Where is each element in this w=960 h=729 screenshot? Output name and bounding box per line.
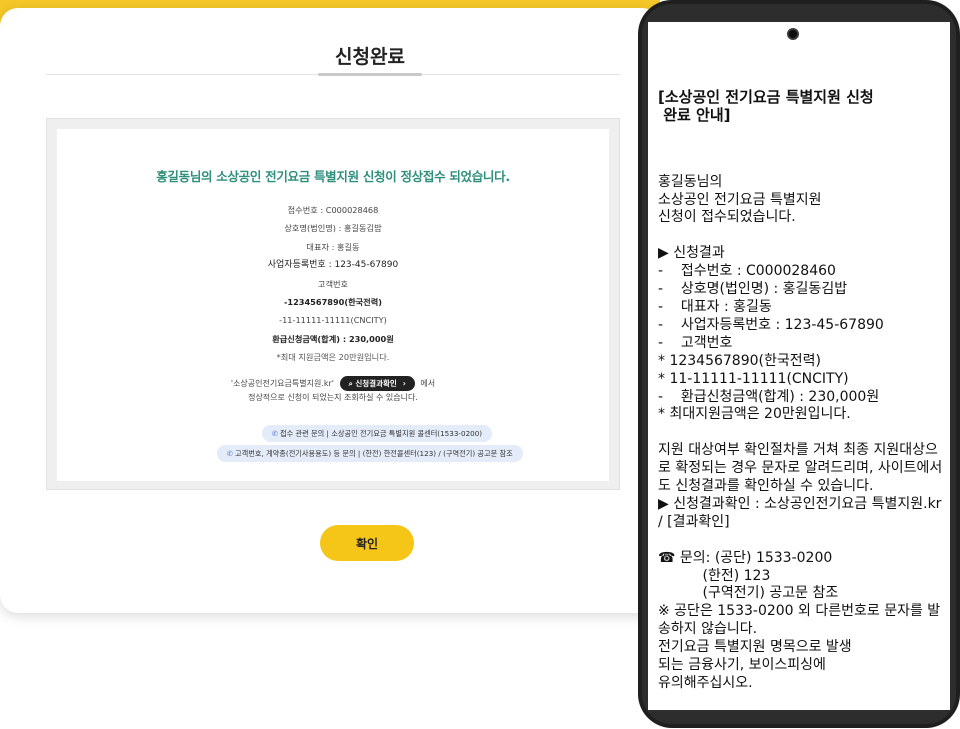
contact-text: 고객번호, 계약종(전기사용용도) 등 문의 | (한전) 한전콜센터(123)… bbox=[235, 449, 513, 458]
application-info: 접수번호 : C000028468 상호명(법인명) : 홍길동김밥 대표자 :… bbox=[57, 201, 609, 367]
phone-icon: ✆ bbox=[227, 449, 234, 458]
title-underline bbox=[318, 73, 422, 76]
contact-text: 접수 관련 문의 | 소상공인 전기요금 특별지원 콜센터(1533-0200) bbox=[280, 429, 483, 438]
customer-number-cncity: -11-11111-11111(CNCITY) bbox=[279, 315, 387, 326]
result-box: 홍길동님의 소상공인 전기요금 특별지원 신청이 정상접수 되었습니다. 접수번… bbox=[46, 118, 620, 490]
completion-card: 신청완료 홍길동님의 소상공인 전기요금 특별지원 신청이 정상접수 되었습니다… bbox=[0, 8, 660, 613]
confirm-button[interactable]: 확인 bbox=[320, 525, 414, 561]
contact-pill-callcenter: ✆ 접수 관련 문의 | 소상공인 전기요금 특별지원 콜센터(1533-0200… bbox=[262, 425, 493, 442]
page-title: 신청완료 bbox=[335, 46, 405, 68]
representative: 대표자 : 홍길동 bbox=[306, 241, 360, 252]
business-name: 상호명(법인명) : 홍길동김밥 bbox=[284, 223, 382, 234]
receipt-number: 접수번호 : C000028468 bbox=[287, 205, 379, 215]
site-suffix: 에서 bbox=[420, 379, 436, 388]
refund-amount: 환급신청금액(합계) : 230,000원 bbox=[272, 333, 394, 344]
customer-number-kepco: -1234567890(한국전력) bbox=[284, 297, 382, 308]
camera-icon bbox=[787, 28, 799, 40]
site-name: '소상공인전기요금특별지원.kr' bbox=[230, 379, 335, 388]
max-support-note: *최대 지원금액은 20만원입니다. bbox=[276, 352, 390, 363]
contact-pill-kepco: ✆ 고객번호, 계약종(전기사용용도) 등 문의 | (한전) 한전콜센터(123… bbox=[217, 445, 523, 462]
customer-number-label: 고객번호 bbox=[317, 278, 349, 289]
phone-icon: ✆ bbox=[272, 429, 279, 438]
check-result-label: 신청결과확인 bbox=[355, 379, 397, 388]
site-check-line: '소상공인전기요금특별지원.kr' ⌕ 신청결과확인 › 에서 bbox=[57, 376, 609, 392]
chevron-right-icon: › bbox=[402, 379, 406, 388]
check-result-button[interactable]: ⌕ 신청결과확인 › bbox=[339, 376, 415, 391]
phone-mockup: [소상공인 전기요금 특별지원 신청 완료 안내] 홍길동님의 소상공인 전기요… bbox=[638, 0, 960, 728]
success-headline: 홍길동님의 소상공인 전기요금 특별지원 신청이 정상접수 되었습니다. bbox=[156, 169, 510, 184]
sms-message: [소상공인 전기요금 특별지원 신청 완료 안내] 홍길동님의 소상공인 전기요… bbox=[658, 52, 950, 729]
sms-title: [소상공인 전기요금 특별지원 신청 완료 안내] bbox=[658, 87, 874, 124]
phone-screen: [소상공인 전기요금 특별지원 신청 완료 안내] 홍길동님의 소상공인 전기요… bbox=[648, 22, 950, 710]
site-check-description: 정상적으로 신청이 되었는지 조회하실 수 있습니다. bbox=[248, 393, 418, 402]
business-registration-number: 사업자등록번호 : 123-45-67890 bbox=[267, 260, 399, 271]
result-panel: 홍길동님의 소상공인 전기요금 특별지원 신청이 정상접수 되었습니다. 접수번… bbox=[57, 129, 609, 481]
sms-body: 홍길동님의 소상공인 전기요금 특별지원 신청이 접수되었습니다. ▶ 신청결과… bbox=[658, 173, 943, 691]
